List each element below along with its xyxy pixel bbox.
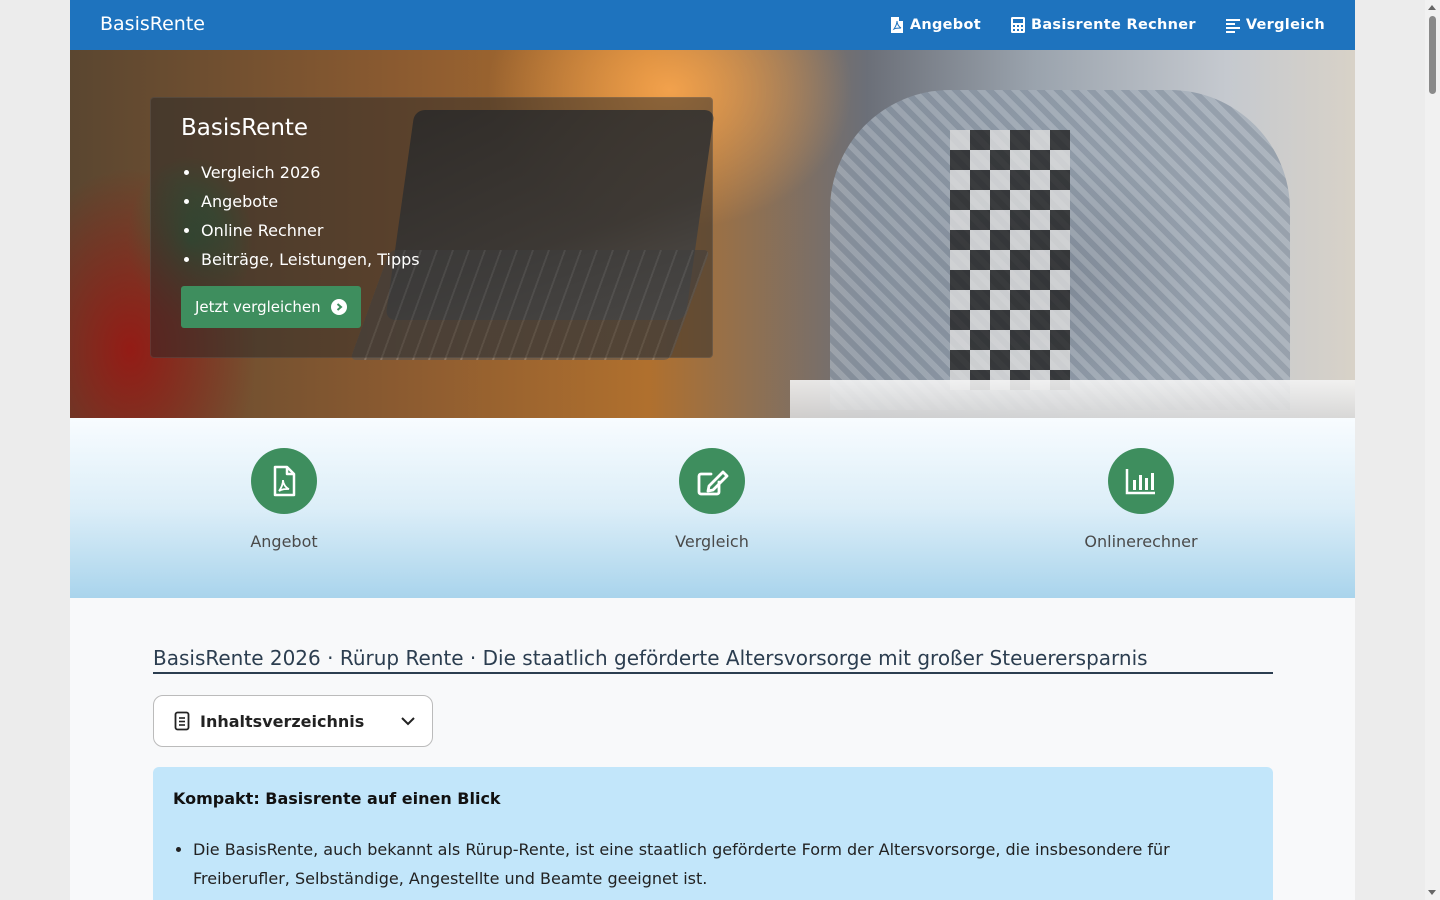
chevron-down-icon [401, 717, 415, 726]
page: BasisRente Angebot Basisrente Rechner Ve… [70, 0, 1355, 900]
nav-link-label: Basisrente Rechner [1030, 17, 1196, 33]
file-pdf-icon [273, 465, 296, 497]
hero-banner: BasisRente Vergleich 2026 Angebote Onlin… [70, 50, 1355, 418]
summary-infobox: Kompakt: Basisrente auf einen Blick Die … [153, 767, 1273, 900]
nav-link-label: Vergleich [1245, 17, 1325, 33]
scroll-down-arrow-icon[interactable] [1428, 890, 1436, 895]
page-title: BasisRente 2026 · Rürup Rente · Die staa… [153, 646, 1273, 674]
nav-link-label: Angebot [909, 17, 981, 33]
brand-link[interactable]: BasisRente [100, 13, 205, 35]
compare-now-button[interactable]: Jetzt vergleichen [181, 286, 361, 328]
feature-icon-circle [679, 448, 745, 514]
feature-icon-circle [251, 448, 317, 514]
nav-links: Angebot Basisrente Rechner Vergleich [890, 0, 1325, 50]
nav-link-rechner[interactable]: Basisrente Rechner [1010, 17, 1196, 33]
hero-list: Vergleich 2026 Angebote Online Rechner B… [201, 158, 420, 274]
infobox-title: Kompakt: Basisrente auf einen Blick [173, 789, 501, 808]
main-content: BasisRente 2026 · Rürup Rente · Die staa… [153, 598, 1273, 900]
hero-list-item: Vergleich 2026 [201, 158, 420, 187]
hero-list-item: Beiträge, Leistungen, Tipps [201, 245, 420, 274]
feature-vergleich[interactable]: Vergleich [612, 448, 812, 551]
infobox-list-item: Die BasisRente, auch bekannt als Rürup-R… [193, 835, 1253, 893]
scroll-up-arrow-icon[interactable] [1428, 5, 1436, 10]
features-section: Angebot Vergleich Onlinerechner [70, 418, 1355, 598]
nav-link-vergleich[interactable]: Vergleich [1225, 17, 1325, 33]
file-pdf-icon [890, 17, 903, 33]
feature-label: Onlinerechner [1084, 532, 1198, 551]
document-icon [174, 711, 190, 731]
bar-chart-icon [1125, 469, 1155, 495]
hero-image-paper [790, 380, 1355, 418]
nav-link-angebot[interactable]: Angebot [890, 17, 981, 33]
hero-title: BasisRente [181, 115, 309, 141]
toc-dropdown[interactable]: Inhaltsverzeichnis [153, 695, 433, 747]
feature-label: Angebot [250, 532, 318, 551]
page-scrollbar[interactable] [1425, 0, 1440, 900]
compare-now-label: Jetzt vergleichen [195, 298, 321, 316]
align-left-icon [1225, 19, 1240, 33]
hero-list-item: Angebote [201, 187, 420, 216]
toc-label: Inhaltsverzeichnis [200, 711, 365, 731]
hero-image-sweater [950, 130, 1070, 390]
scroll-thumb[interactable] [1429, 16, 1436, 94]
navbar: BasisRente Angebot Basisrente Rechner Ve… [70, 0, 1355, 50]
feature-angebot[interactable]: Angebot [184, 448, 384, 551]
hero-list-item: Online Rechner [201, 216, 420, 245]
edit-icon [697, 470, 729, 496]
calculator-icon [1010, 17, 1025, 33]
feature-icon-circle [1108, 448, 1174, 514]
infobox-list: Die BasisRente, auch bekannt als Rürup-R… [173, 835, 1253, 893]
feature-label: Vergleich [675, 532, 749, 551]
chevron-right-circle-icon [330, 299, 347, 315]
feature-onlinerechner[interactable]: Onlinerechner [1041, 448, 1241, 551]
hero-overlay-box: BasisRente Vergleich 2026 Angebote Onlin… [150, 97, 713, 358]
